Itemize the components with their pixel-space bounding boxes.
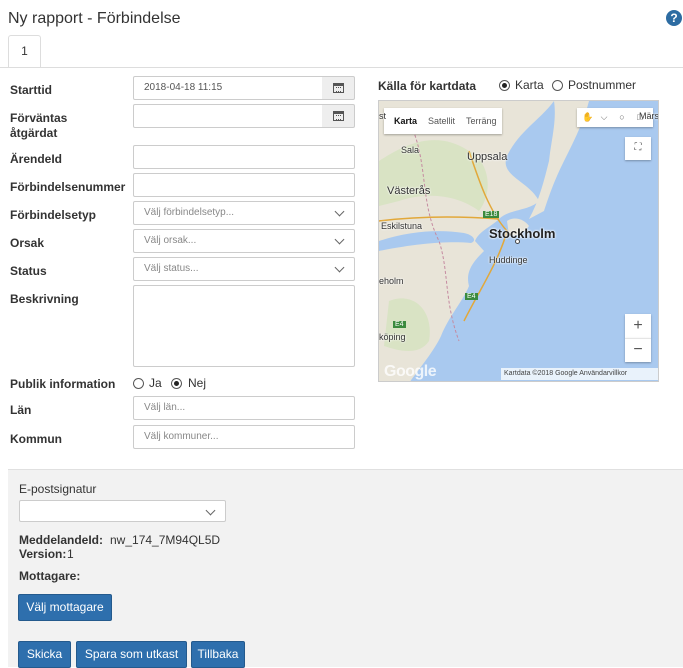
status-label: Status xyxy=(10,264,47,278)
forbindelsetyp-select[interactable]: Välj förbindelsetyp... xyxy=(133,201,355,225)
page-title: Ny rapport - Förbindelse xyxy=(8,10,181,27)
stockholm-marker xyxy=(515,239,520,244)
forvantas-label-line2: åtgärdat xyxy=(10,126,58,140)
version-value: 1 xyxy=(67,547,74,561)
tab-bar-divider xyxy=(0,67,683,68)
forvantas-label-line1: Förväntas xyxy=(10,111,68,125)
tab-1[interactable]: 1 xyxy=(8,35,41,68)
calendar-icon xyxy=(333,111,344,121)
calendar-icon xyxy=(333,83,344,93)
question-circle-icon[interactable]: ? xyxy=(666,10,682,26)
map-source-label: Källa för kartdata xyxy=(378,79,477,93)
version-label: Version: xyxy=(19,547,67,561)
hand-icon[interactable]: ✋ xyxy=(582,112,593,122)
publik-ja-label: Ja xyxy=(149,376,162,390)
valj-mottagare-button[interactable]: Välj mottagare xyxy=(18,594,112,621)
kommun-label: Kommun xyxy=(10,432,62,446)
publik-nej-label: Nej xyxy=(188,376,207,390)
mottagare-label: Mottagare: xyxy=(19,569,81,583)
tillbaka-button[interactable]: Tillbaka xyxy=(191,641,245,668)
arendeid-label: ÄrendeId xyxy=(10,152,63,166)
starttid-label: Starttid xyxy=(10,83,52,97)
status-select[interactable]: Välj status... xyxy=(133,257,355,281)
map-label-stockholm: Stockholm xyxy=(489,226,556,241)
orsak-label: Orsak xyxy=(10,236,45,250)
beskrivning-textarea[interactable] xyxy=(133,285,355,367)
source-karta-label: Karta xyxy=(515,78,544,92)
map-type-control: Karta Satellit Terräng xyxy=(384,108,502,134)
map-type-satellit[interactable]: Satellit xyxy=(428,116,455,126)
road-e18-badge: E18 xyxy=(483,211,500,218)
map-view[interactable]: Karta Satellit Terräng ✋ ⌵ ○ □ ⛶ + − st … xyxy=(378,100,659,382)
map-label-huddinge: Huddinge xyxy=(489,255,528,265)
map-label-st: st xyxy=(379,111,387,121)
source-postnummer-label: Postnummer xyxy=(568,78,637,92)
skicka-button[interactable]: Skicka xyxy=(18,641,71,668)
google-logo: Google xyxy=(384,363,437,380)
source-postnummer-radio[interactable] xyxy=(552,80,563,91)
starttid-input[interactable]: 2018-04-18 11:15 xyxy=(133,76,323,100)
lan-input[interactable]: Välj län... xyxy=(133,396,355,420)
beskrivning-label: Beskrivning xyxy=(10,292,79,306)
map-label-eskilstuna: Eskilstuna xyxy=(381,221,423,231)
zoom-in-button[interactable]: + xyxy=(625,314,651,338)
orsak-select[interactable]: Välj orsak... xyxy=(133,229,355,253)
map-label-sala: Sala xyxy=(401,145,420,155)
lan-label: Län xyxy=(10,403,32,417)
map-attribution[interactable]: Kartdata ©2018 Google Användarvillkor xyxy=(501,368,658,380)
signature-select[interactable] xyxy=(19,500,226,522)
map-label-koping: köping xyxy=(379,332,406,342)
publik-ja-radio[interactable] xyxy=(133,378,144,389)
meddelandeid-label: MeddelandeId: xyxy=(19,533,104,547)
zoom-out-button[interactable]: − xyxy=(625,338,651,362)
map-label-holm: eholm xyxy=(379,276,404,286)
forvantas-input[interactable] xyxy=(133,104,323,128)
forvantas-calendar-button[interactable] xyxy=(322,104,355,128)
map-label-vasteras: Västerås xyxy=(387,185,431,197)
chevron-down-icon xyxy=(334,234,345,245)
message-panel: E-postsignatur MeddelandeId: nw_174_7M94… xyxy=(8,469,683,668)
chevron-down-icon xyxy=(334,206,345,217)
starttid-calendar-button[interactable] xyxy=(322,76,355,100)
forbindelsenummer-input[interactable] xyxy=(133,173,355,197)
publik-nej-radio[interactable] xyxy=(171,378,182,389)
arendeid-input[interactable] xyxy=(133,145,355,169)
source-karta-radio[interactable] xyxy=(499,80,510,91)
circle-icon[interactable]: ○ xyxy=(617,112,627,122)
road-e4-badge: E4 xyxy=(465,293,478,300)
meddelandeid-value: nw_174_7M94QL5D xyxy=(110,533,221,547)
status-placeholder: Välj status... xyxy=(144,263,199,274)
kommun-input[interactable]: Välj kommuner... xyxy=(133,425,355,449)
forbindelsetyp-placeholder: Välj förbindelsetyp... xyxy=(144,207,235,218)
spara-utkast-button[interactable]: Spara som utkast xyxy=(76,641,187,668)
road-e4b-badge: E4 xyxy=(393,321,406,328)
chevron-down-icon xyxy=(205,505,216,516)
map-type-terrang[interactable]: Terräng xyxy=(466,116,497,126)
map-label-marsta: Märsta xyxy=(639,111,659,121)
orsak-placeholder: Välj orsak... xyxy=(144,235,197,246)
signature-label: E-postsignatur xyxy=(19,482,97,496)
forbindelsetyp-label: Förbindelsetyp xyxy=(10,208,97,222)
fullscreen-icon[interactable]: ⛶ xyxy=(625,137,651,160)
map-type-karta[interactable]: Karta xyxy=(394,116,417,126)
map-label-uppsala: Uppsala xyxy=(467,151,508,163)
polyline-icon[interactable]: ⌵ xyxy=(599,112,609,122)
forbindelsenummer-label: Förbindelsenummer xyxy=(10,180,126,194)
chevron-down-icon xyxy=(334,262,345,273)
publik-label: Publik information xyxy=(10,377,116,391)
